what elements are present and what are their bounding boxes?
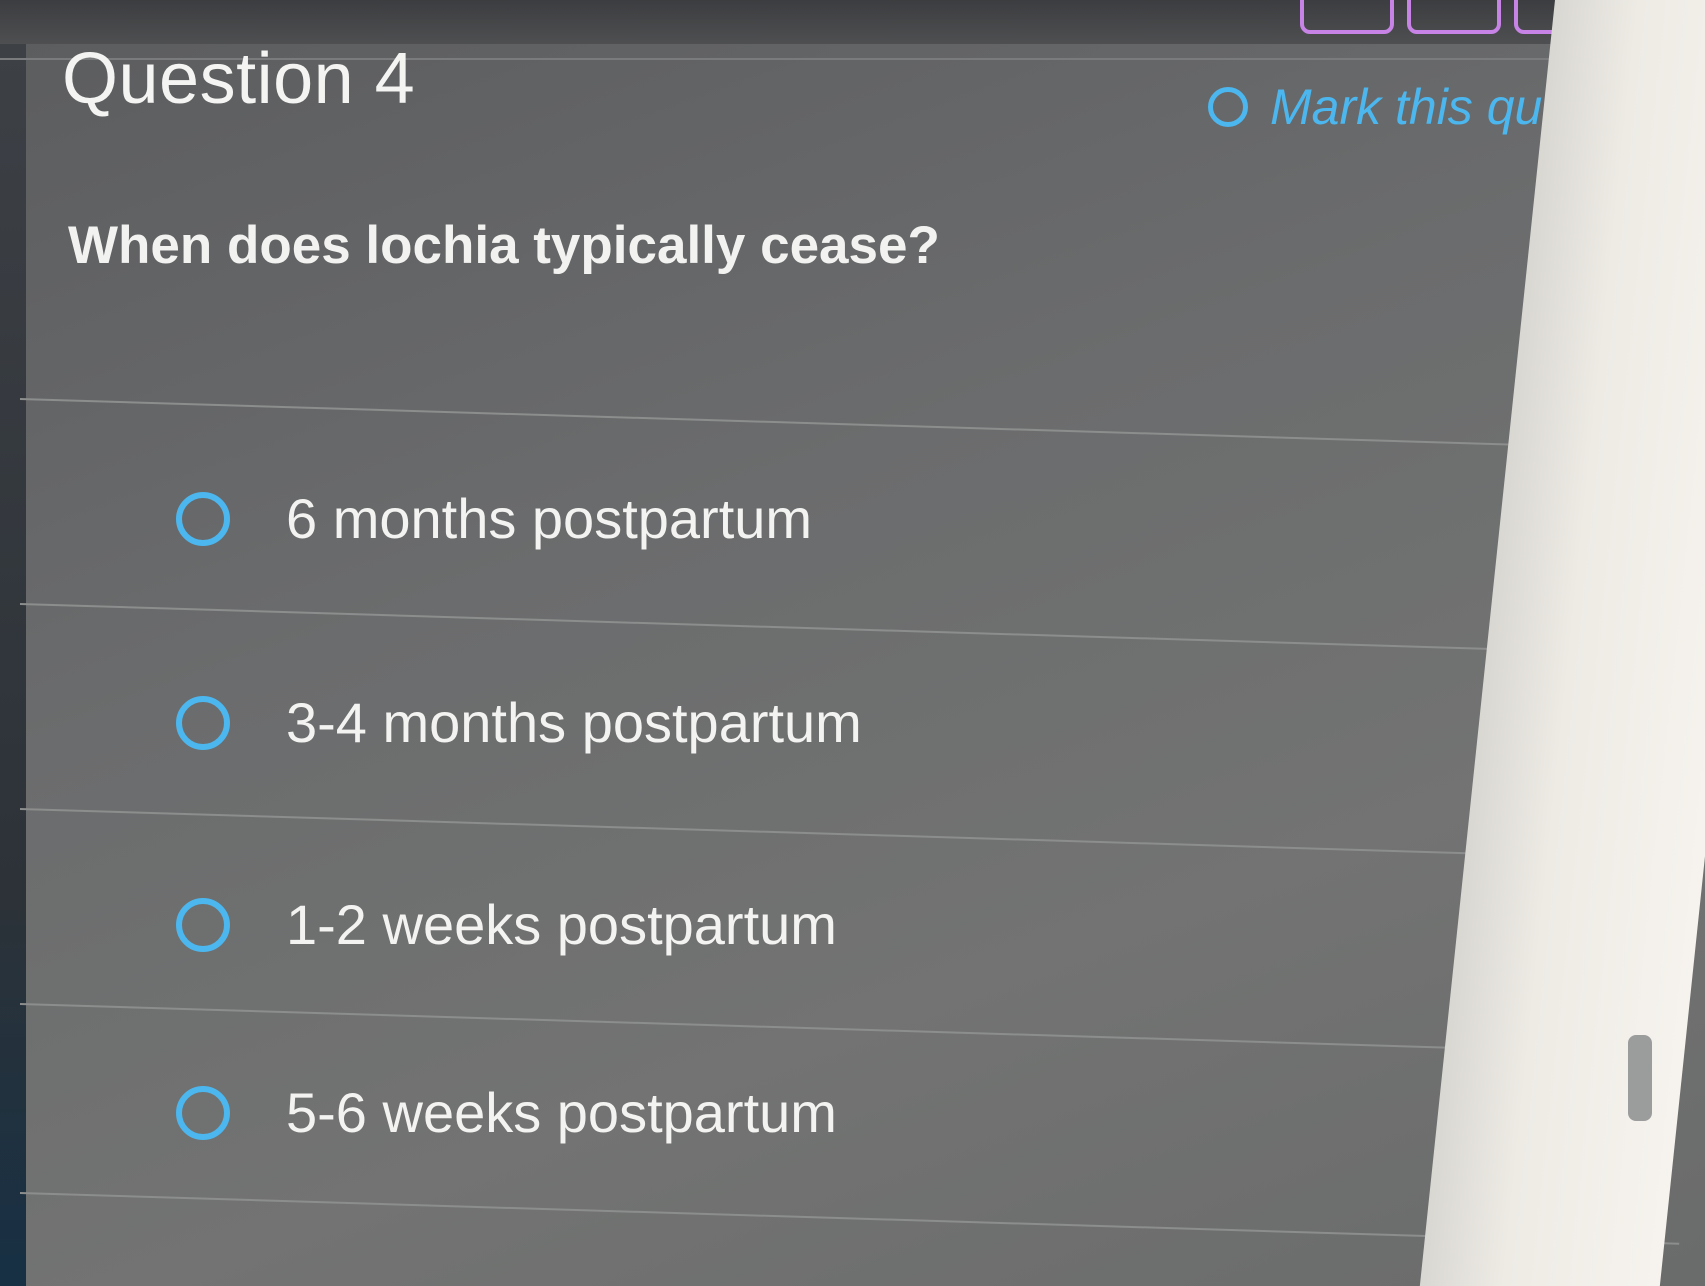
option-divider (19, 398, 1680, 451)
answer-option-label: 5-6 weeks postpartum (286, 1081, 837, 1144)
question-prompt: When does lochia typically cease? (68, 216, 940, 275)
option-divider (19, 1003, 1680, 1056)
answer-option-label: 6 months postpartum (286, 487, 813, 550)
circle-outline-icon[interactable] (1208, 87, 1248, 127)
question-nav-button[interactable] (1407, 0, 1501, 34)
radio-unchecked-icon[interactable] (176, 491, 230, 546)
option-divider (19, 603, 1680, 656)
radio-unchecked-icon[interactable] (176, 897, 230, 952)
question-nav-button[interactable] (1300, 0, 1394, 34)
question-title: Question 4 (62, 39, 416, 119)
answer-option-label: 1-2 weeks postpartum (286, 893, 837, 956)
radio-unchecked-icon[interactable] (176, 695, 230, 750)
answer-option[interactable]: 3-4 months postpartum (176, 690, 862, 755)
answer-option-label: 3-4 months postpartum (286, 691, 862, 754)
answer-option[interactable]: 1-2 weeks postpartum (176, 892, 837, 957)
scrollbar-thumb[interactable] (1628, 1035, 1652, 1121)
quiz-screen: Question 4 Mark this question When does … (0, 0, 1705, 1286)
answer-option[interactable]: 6 months postpartum (176, 486, 812, 551)
answer-option[interactable]: 5-6 weeks postpartum (176, 1080, 837, 1145)
radio-unchecked-icon[interactable] (176, 1085, 230, 1140)
option-divider (19, 808, 1680, 861)
screen-left-edge (0, 0, 26, 1286)
monitor-bezel (1419, 0, 1705, 1286)
